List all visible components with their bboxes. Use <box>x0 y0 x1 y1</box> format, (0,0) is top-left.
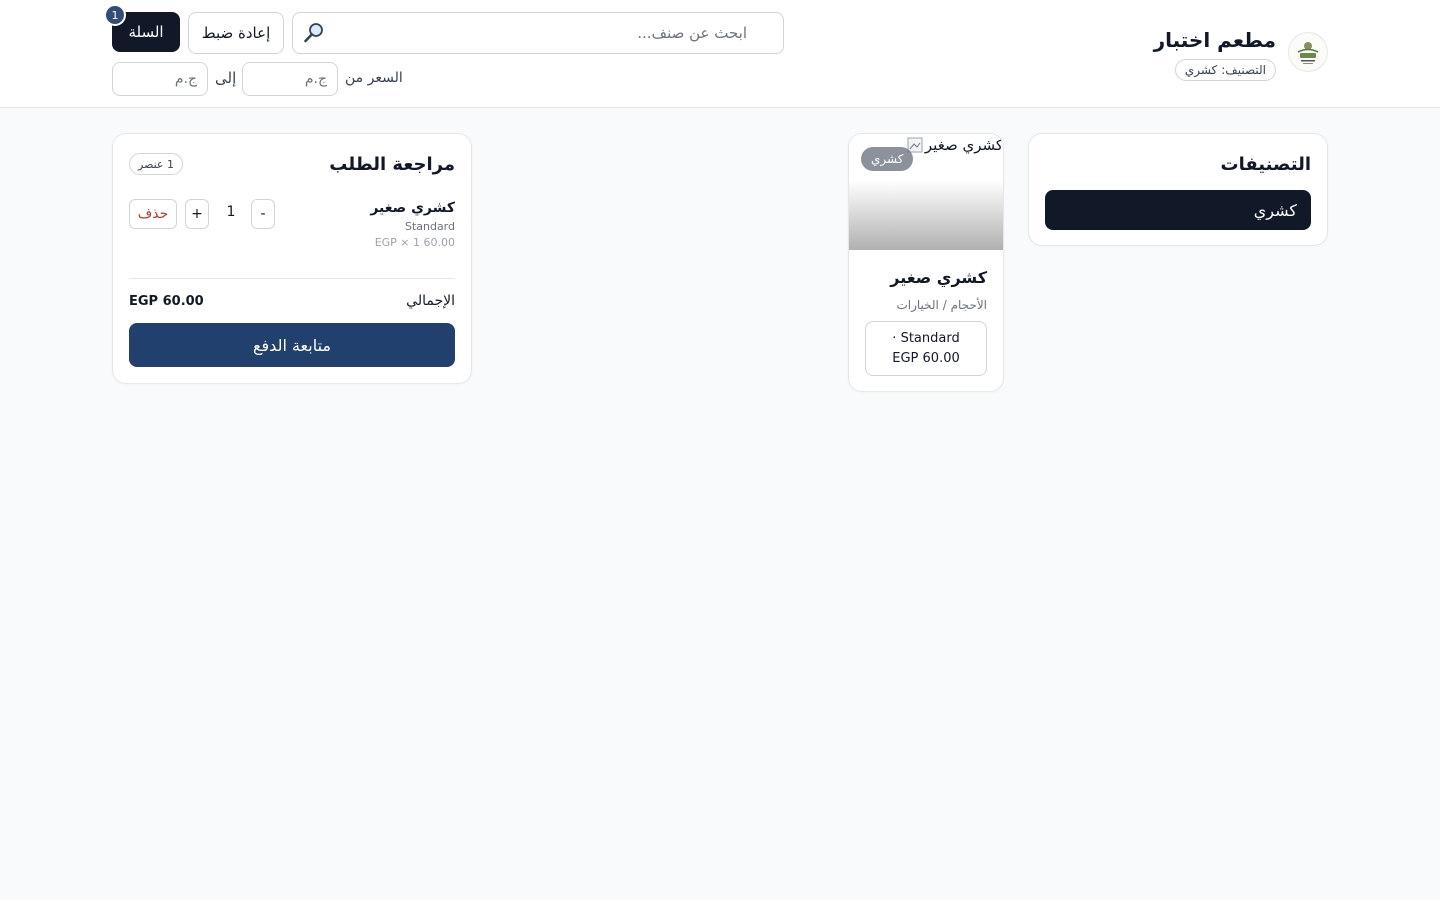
category-value: كشري <box>1184 63 1218 77</box>
product-name: كشري صغير <box>890 268 987 287</box>
restaurant-logo-icon <box>1288 32 1328 72</box>
order-review-title: مراجعة الطلب <box>329 154 455 175</box>
current-category-badge: التصنيف: كشري <box>1174 59 1276 81</box>
increase-quantity-button[interactable]: + <box>185 199 209 229</box>
order-review-panel: مراجعة الطلب 1 عنصر كشري صغير Standard E… <box>112 133 472 384</box>
image-alt-text: كشري صغير <box>924 136 1003 154</box>
categories-panel: التصنيفات كشري <box>1028 133 1328 246</box>
items-count-badge: 1 عنصر <box>129 153 183 175</box>
price-to-label: إلى <box>215 69 237 87</box>
total-value: EGP 60.00 <box>129 294 204 309</box>
category-item-koshary[interactable]: كشري <box>1045 190 1311 230</box>
checkout-button[interactable]: متابعة الدفع <box>129 323 455 367</box>
search-icon[interactable] <box>303 22 325 44</box>
order-divider <box>129 278 455 279</box>
line-item-name: كشري صغير <box>370 200 455 216</box>
line-item-price: EGP × 1 60.00 <box>374 236 455 249</box>
remove-item-button[interactable]: حذف <box>129 199 177 229</box>
top-header: مطعم اختبار التصنيف: كشري إعادة ضبط السل… <box>0 0 1440 108</box>
categories-title: التصنيفات <box>1220 154 1311 175</box>
quantity-value: 1 <box>226 204 236 220</box>
variant-price: 60.00 EGP <box>892 350 960 366</box>
logo-emblem-icon <box>1297 42 1319 64</box>
product-image-alt: كشري صغير <box>907 136 1003 154</box>
product-options-label: الأحجام / الخيارات <box>896 298 987 312</box>
category-label: التصنيف: <box>1221 63 1266 77</box>
price-to-input[interactable] <box>112 62 208 96</box>
price-from-label: السعر من <box>345 70 403 86</box>
decrease-quantity-button[interactable]: - <box>251 199 275 229</box>
search-input[interactable] <box>343 13 783 53</box>
product-category-tag: كشري <box>861 147 914 171</box>
price-from-input[interactable] <box>242 62 338 96</box>
line-item-variant: Standard <box>404 220 455 233</box>
search-box <box>292 12 784 54</box>
variant-option-button[interactable]: Standard · 60.00 EGP <box>865 321 987 376</box>
variant-name: Standard · <box>892 330 960 346</box>
reset-button[interactable]: إعادة ضبط <box>188 12 284 54</box>
cart-count-badge: 1 <box>104 4 126 26</box>
restaurant-name: مطعم اختبار <box>1153 28 1276 52</box>
total-label: الإجمالي <box>406 293 455 309</box>
product-card: كشري صغير كشري كشري صغير الأحجام / الخيا… <box>848 133 1004 392</box>
product-image: كشري صغير كشري <box>849 134 1003 250</box>
